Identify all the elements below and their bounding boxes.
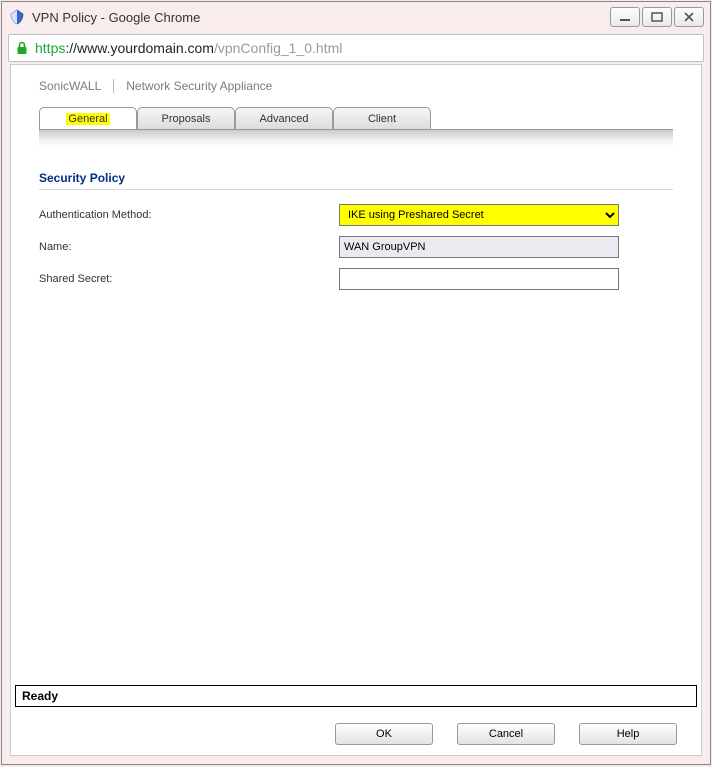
name-label: Name: xyxy=(39,241,339,253)
form-content: Security Policy Authentication Method: I… xyxy=(11,147,701,310)
window-title: VPN Policy - Google Chrome xyxy=(32,10,610,25)
auth-method-select[interactable]: IKE using Preshared Secret xyxy=(339,204,619,226)
name-field[interactable] xyxy=(339,236,619,258)
help-button[interactable]: Help xyxy=(579,723,677,745)
window-controls xyxy=(610,7,704,27)
ok-button[interactable]: OK xyxy=(335,723,433,745)
dialog-buttons: OK Cancel Help xyxy=(11,723,701,745)
tab-client[interactable]: Client xyxy=(333,107,431,129)
tab-proposals[interactable]: Proposals xyxy=(137,107,235,129)
brand-line: SonicWALL Network Security Appliance xyxy=(11,65,701,103)
tab-label: General xyxy=(66,113,109,125)
row-name: Name: xyxy=(39,236,673,258)
status-bar: Ready xyxy=(15,685,697,707)
url-protocol: https xyxy=(35,40,65,56)
vendor-name: SonicWALL xyxy=(39,79,101,93)
lock-icon xyxy=(15,41,29,55)
tab-label: Advanced xyxy=(260,113,309,125)
product-name: Network Security Appliance xyxy=(126,79,272,93)
brand-divider xyxy=(113,79,114,93)
tab-advanced[interactable]: Advanced xyxy=(235,107,333,129)
app-icon xyxy=(8,8,26,26)
address-bar[interactable]: https://www.yourdomain.com/vpnConfig_1_0… xyxy=(8,34,704,62)
shared-secret-label: Shared Secret: xyxy=(39,273,339,285)
row-shared-secret: Shared Secret: xyxy=(39,268,673,290)
auth-method-label: Authentication Method: xyxy=(39,209,339,221)
url-host: ://www.yourdomain.com xyxy=(65,40,214,56)
tab-label: Proposals xyxy=(162,113,211,125)
close-button[interactable] xyxy=(674,7,704,27)
chrome-window: VPN Policy - Google Chrome https://www.y… xyxy=(1,1,711,765)
tab-general[interactable]: General xyxy=(39,107,137,129)
minimize-button[interactable] xyxy=(610,7,640,27)
section-title: Security Policy xyxy=(39,171,673,190)
tab-row: General Proposals Advanced Client xyxy=(39,107,701,129)
shared-secret-field[interactable] xyxy=(339,268,619,290)
titlebar: VPN Policy - Google Chrome xyxy=(2,2,710,32)
row-auth-method: Authentication Method: IKE using Preshar… xyxy=(39,204,673,226)
url-path: /vpnConfig_1_0.html xyxy=(214,40,342,56)
status-text: Ready xyxy=(22,689,58,703)
tab-separator xyxy=(39,129,673,147)
cancel-button[interactable]: Cancel xyxy=(457,723,555,745)
maximize-button[interactable] xyxy=(642,7,672,27)
page-content: SonicWALL Network Security Appliance Gen… xyxy=(10,64,702,756)
tab-label: Client xyxy=(368,113,396,125)
